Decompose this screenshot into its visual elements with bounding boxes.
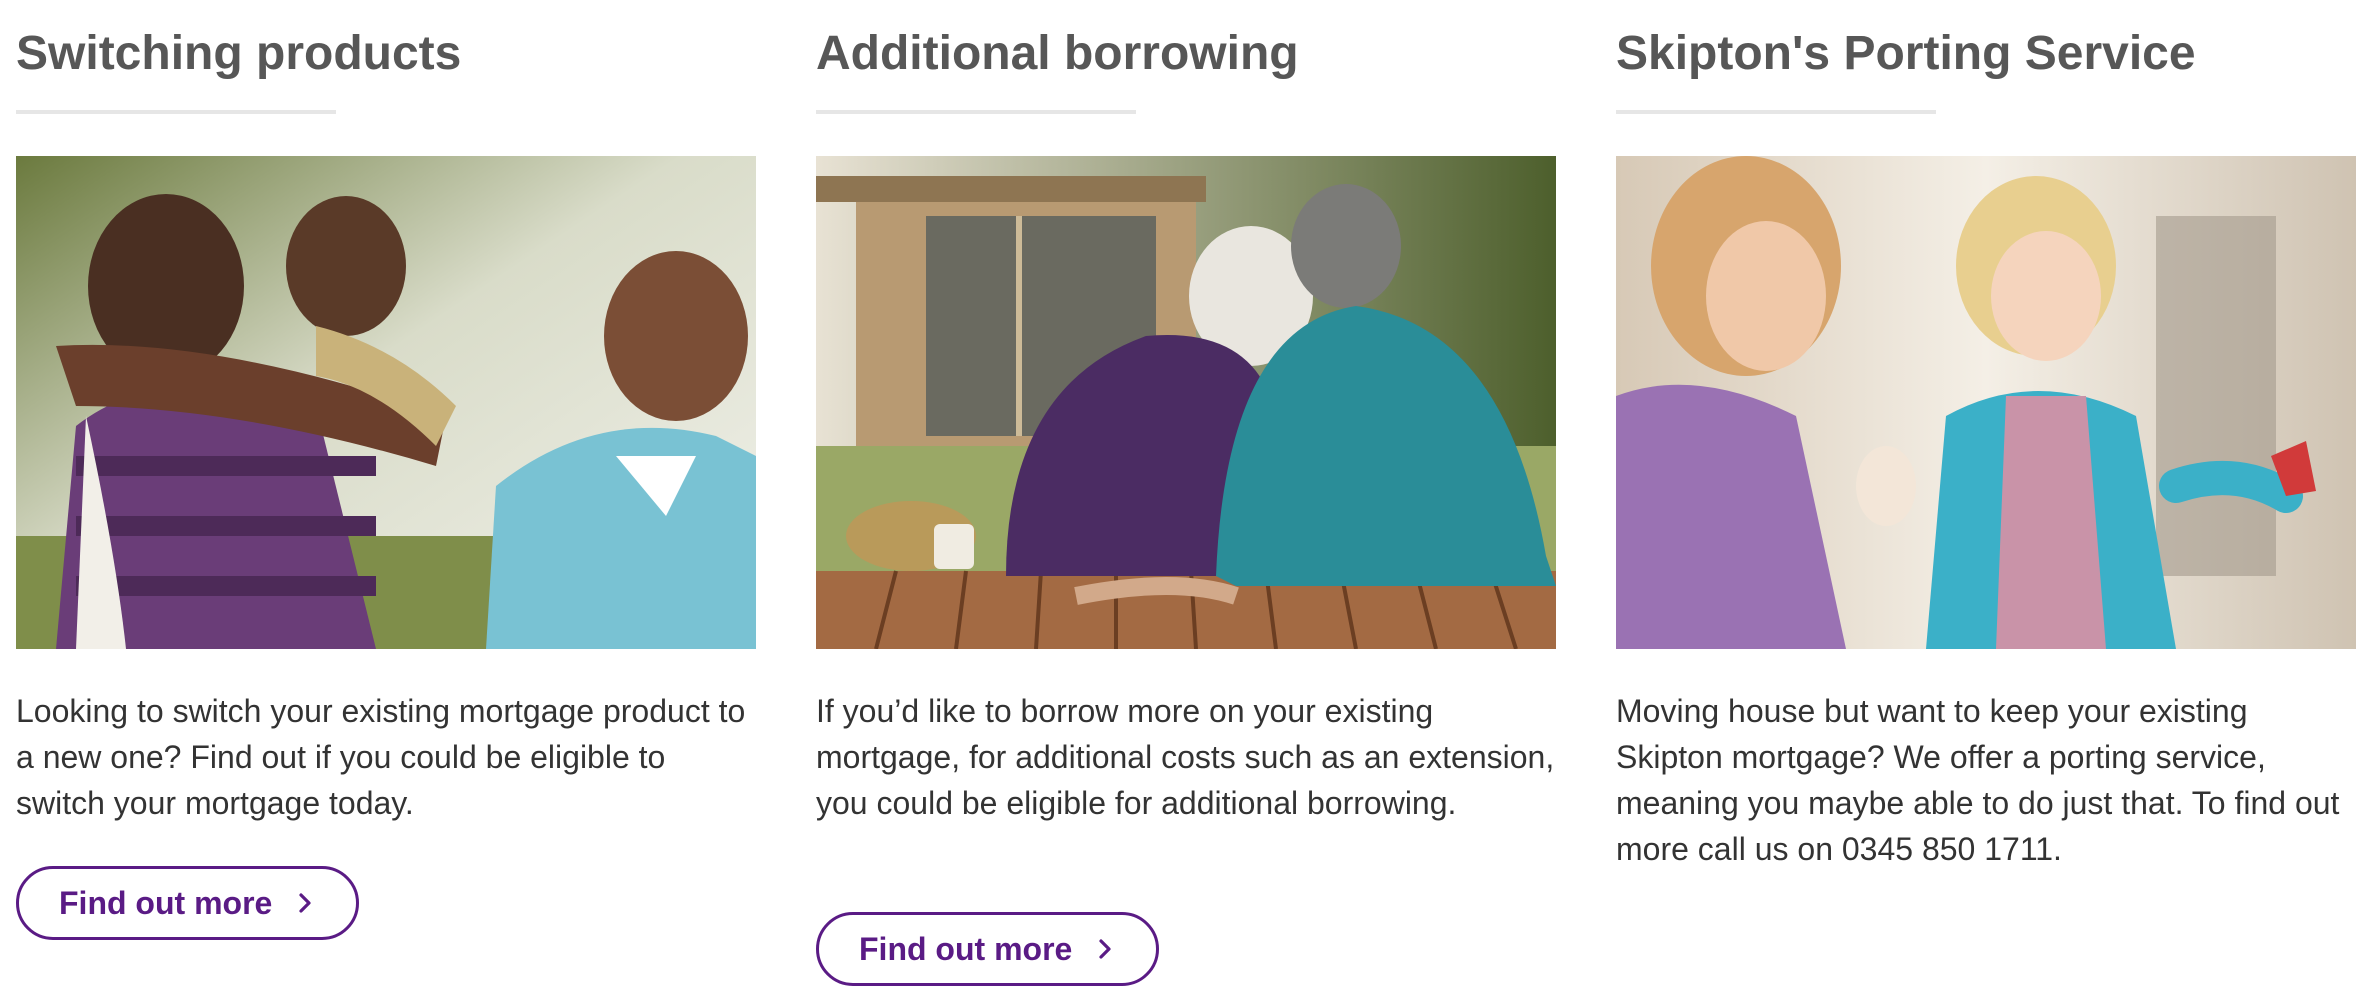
title-divider [16, 110, 336, 114]
card-image [1616, 156, 2356, 649]
card-description: Moving house but want to keep your exist… [1616, 693, 2340, 867]
card-title: Additional borrowing [816, 27, 1299, 80]
button-label: Find out more [59, 884, 273, 921]
find-out-more-button[interactable]: Find out more [816, 912, 1160, 986]
product-cards-grid: Switching products Looking to switch you… [0, 0, 2372, 1008]
card-title: Switching products [16, 27, 462, 80]
card-title: Skipton's Porting Service [1616, 27, 2196, 80]
chevron-right-icon [1099, 939, 1111, 959]
card-description: If you’d like to borrow more on your exi… [816, 693, 1555, 821]
chevron-right-icon [299, 893, 311, 913]
button-label: Find out more [859, 930, 1073, 967]
card-image [16, 156, 756, 649]
find-out-more-button[interactable]: Find out more [16, 866, 360, 940]
card-image [816, 156, 1556, 649]
title-divider [1616, 110, 1936, 114]
card-description: Looking to switch your existing mortgage… [16, 693, 746, 821]
title-divider [816, 110, 1136, 114]
